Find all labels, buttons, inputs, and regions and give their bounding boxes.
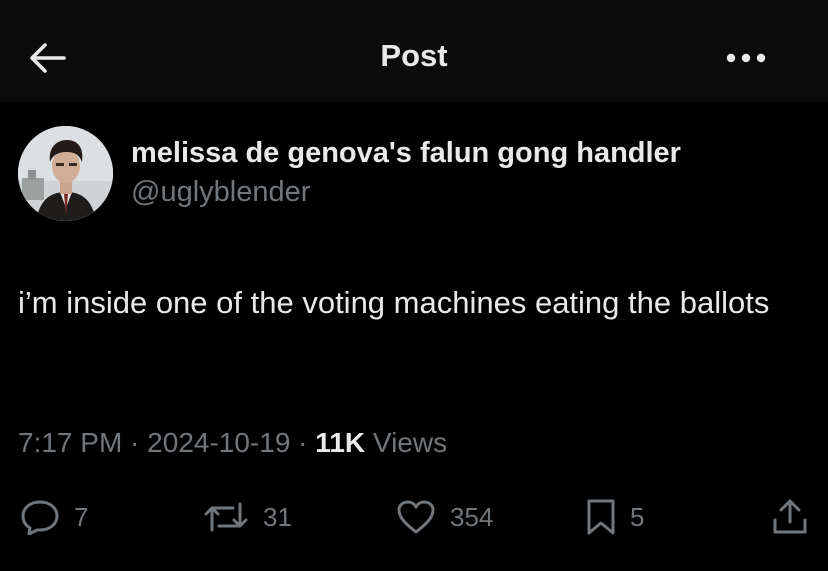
meta-separator: · bbox=[122, 427, 148, 458]
views-label: Views bbox=[365, 427, 448, 458]
repost-button[interactable]: 31 bbox=[203, 497, 292, 537]
views-count[interactable]: 11K bbox=[315, 427, 365, 458]
avatar-photo-icon bbox=[18, 126, 113, 221]
more-horizontal-icon bbox=[726, 53, 766, 63]
post-text: i’m inside one of the voting machines ea… bbox=[18, 285, 770, 320]
like-count: 354 bbox=[450, 501, 494, 532]
like-button[interactable]: 354 bbox=[396, 497, 493, 537]
bookmark-count: 5 bbox=[630, 501, 645, 532]
share-icon bbox=[773, 499, 807, 534]
post-date[interactable]: 2024-10-19 bbox=[147, 427, 290, 458]
share-button[interactable] bbox=[772, 497, 808, 537]
reply-button[interactable]: 7 bbox=[20, 497, 88, 537]
reply-icon bbox=[21, 500, 59, 535]
page-title: Post bbox=[380, 38, 448, 73]
bookmark-icon bbox=[587, 499, 615, 535]
post-time[interactable]: 7:17 PM bbox=[18, 427, 122, 458]
author-handle[interactable]: @uglyblender bbox=[131, 176, 310, 209]
avatar[interactable] bbox=[18, 126, 113, 221]
more-options-button[interactable] bbox=[722, 40, 770, 76]
top-bar: Post bbox=[0, 0, 828, 102]
meta-separator: · bbox=[290, 427, 316, 458]
post-metadata: 7:17 PM · 2024-10-19 · 11K Views bbox=[18, 427, 447, 459]
heart-icon bbox=[397, 500, 435, 534]
author-display-name[interactable]: melissa de genova's falun gong handler bbox=[131, 137, 681, 170]
reply-count: 7 bbox=[74, 501, 89, 532]
repost-icon bbox=[204, 502, 248, 532]
repost-count: 31 bbox=[263, 501, 292, 532]
bookmark-button[interactable]: 5 bbox=[586, 497, 644, 537]
